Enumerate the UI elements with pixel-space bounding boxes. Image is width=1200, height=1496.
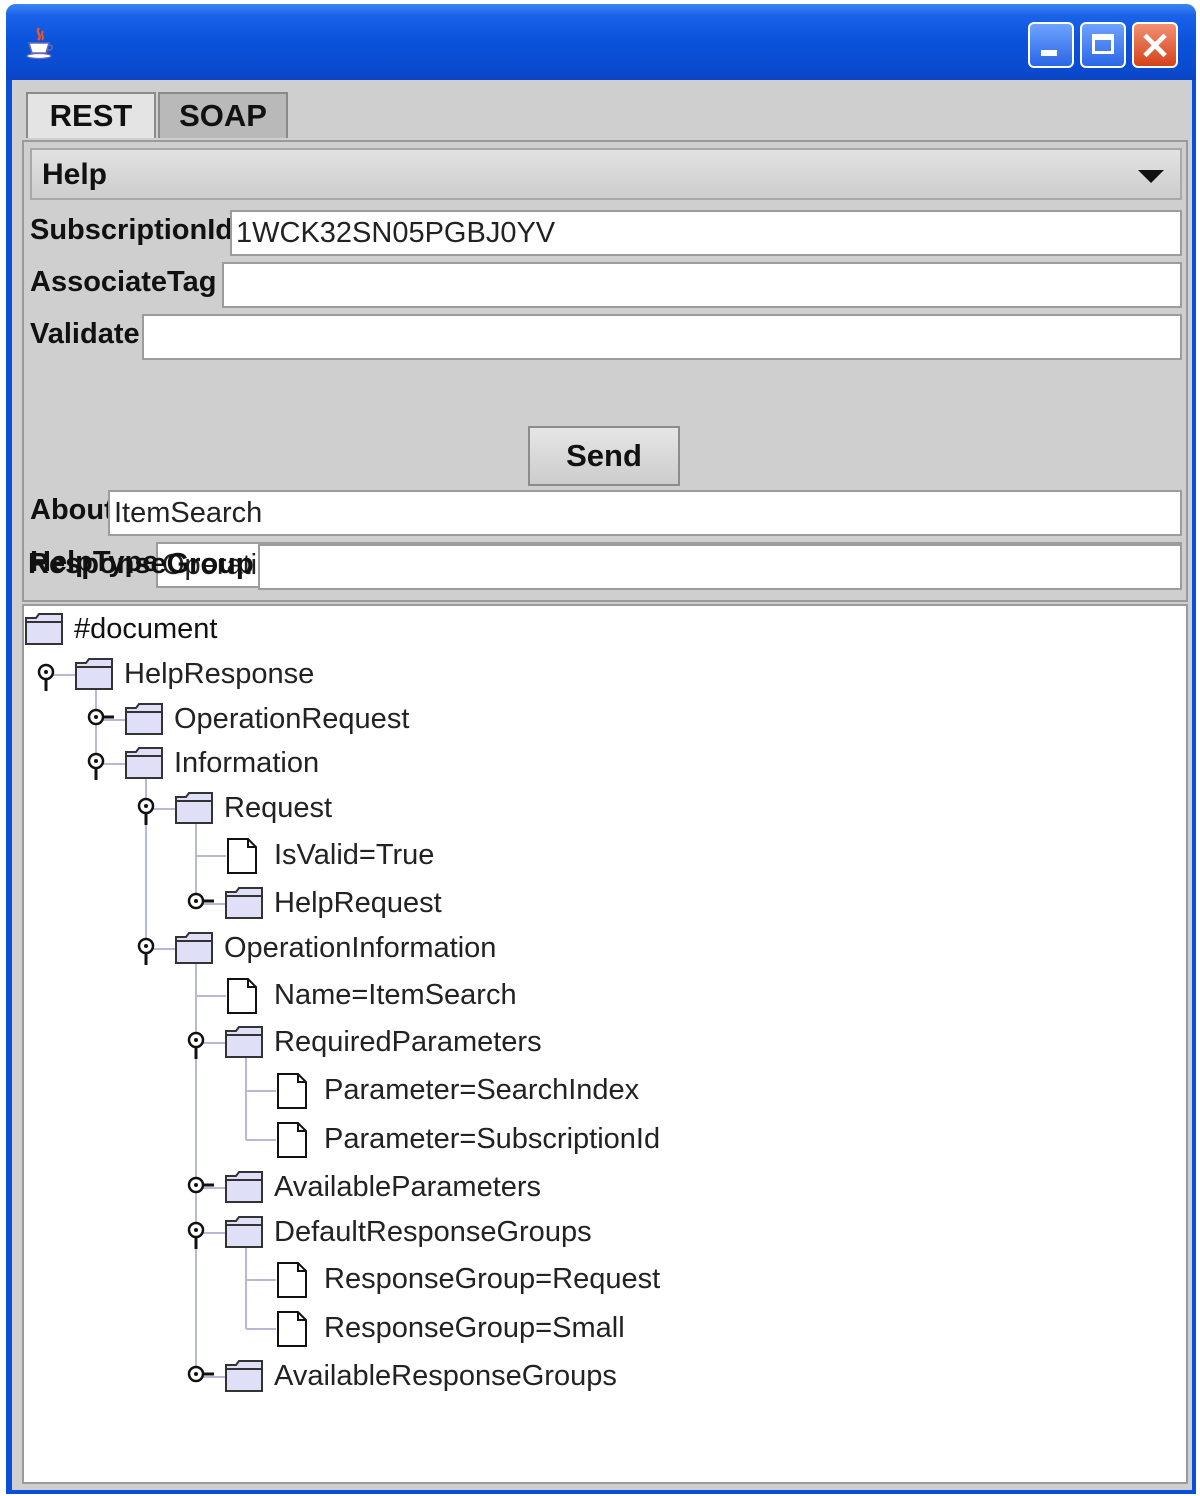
tree-node-folder[interactable]: AvailableResponseGroups [274, 1361, 617, 1391]
document-icon [227, 838, 257, 874]
collapsed-handle-icon[interactable] [187, 892, 214, 910]
document-icon [277, 1122, 307, 1158]
folder-icon [225, 1216, 263, 1248]
tree-node-folder[interactable]: Request [224, 793, 332, 823]
send-button[interactable]: Send [528, 426, 680, 486]
tree-node-folder[interactable]: OperationRequest [174, 704, 409, 734]
folder-icon [225, 1171, 263, 1203]
tree-node-folder[interactable]: HelpRequest [274, 888, 442, 918]
folder-icon [125, 747, 163, 779]
expanded-handle-icon[interactable] [87, 752, 105, 780]
tree-lines [25, 613, 307, 1392]
tree-node-folder[interactable]: AvailableParameters [274, 1172, 541, 1202]
document-icon [227, 978, 257, 1014]
folder-icon [125, 703, 163, 735]
folder-icon [75, 658, 113, 690]
tree-node-folder[interactable]: Information [174, 748, 319, 778]
tab-rest[interactable]: REST [26, 92, 156, 138]
app-window: × REST SOAP Help SubscriptionId 1WCK32SN… [6, 4, 1196, 1494]
tree-node-folder[interactable]: #document [74, 614, 218, 644]
operation-select-value: Help [42, 158, 108, 191]
expanded-handle-icon[interactable] [187, 1221, 205, 1249]
window-content: REST SOAP Help SubscriptionId 1WCK32SN05… [12, 80, 1192, 1490]
chevron-down-icon[interactable] [1138, 170, 1164, 183]
folder-icon [225, 1026, 263, 1058]
collapsed-handle-icon[interactable] [187, 1365, 214, 1383]
folder-icon [175, 932, 213, 964]
expanded-handle-icon[interactable] [187, 1031, 205, 1059]
folder-icon [175, 792, 213, 824]
response-tree[interactable]: #document HelpResponse OperationRequest Inf… [22, 604, 1188, 1484]
subscription-id-field[interactable]: 1WCK32SN05PGBJ0YV [230, 210, 1182, 256]
response-group-field[interactable] [258, 544, 1182, 590]
close-button[interactable]: × [1132, 22, 1178, 68]
tree-node-leaf[interactable]: Parameter=SubscriptionId [324, 1124, 660, 1154]
validate-label: Validate [30, 318, 140, 350]
validate-field[interactable] [142, 314, 1182, 360]
associate-tag-field[interactable] [222, 262, 1182, 308]
expanded-handle-icon[interactable] [137, 937, 155, 965]
expanded-handle-icon[interactable] [37, 663, 55, 691]
close-icon: × [1138, 22, 1172, 68]
expanded-handle-icon[interactable] [137, 797, 155, 825]
tree-node-folder[interactable]: OperationInformation [224, 933, 496, 963]
document-icon [277, 1073, 307, 1109]
associate-tag-label: AssociateTag [30, 266, 217, 298]
tree-node-leaf[interactable]: ResponseGroup=Small [324, 1313, 625, 1343]
tree-node-leaf[interactable]: Parameter=SearchIndex [324, 1075, 639, 1105]
folder-icon [25, 613, 63, 645]
tree-node-leaf[interactable]: IsValid=True [274, 840, 434, 870]
request-panel: Help SubscriptionId 1WCK32SN05PGBJ0YV As… [22, 140, 1188, 602]
minimize-icon [1041, 50, 1057, 56]
folder-icon [225, 887, 263, 919]
tree-node-folder[interactable]: RequiredParameters [274, 1027, 542, 1057]
response-group-label: ResponseGroup [28, 548, 254, 580]
document-icon [277, 1262, 307, 1298]
document-icon [277, 1311, 307, 1347]
operation-select[interactable]: Help [30, 148, 1182, 200]
tree-node-folder[interactable]: HelpResponse [124, 659, 314, 689]
tree-node-leaf[interactable]: Name=ItemSearch [274, 980, 517, 1010]
tab-soap[interactable]: SOAP [158, 92, 288, 138]
collapsed-handle-icon[interactable] [187, 1176, 214, 1194]
subscription-id-label: SubscriptionId [30, 214, 233, 246]
maximize-button[interactable] [1080, 22, 1126, 68]
about-label: About [30, 494, 114, 526]
minimize-button[interactable] [1028, 22, 1074, 68]
tree-node-folder[interactable]: DefaultResponseGroups [274, 1217, 592, 1247]
tree-node-leaf[interactable]: ResponseGroup=Request [324, 1264, 660, 1294]
java-cup-icon [26, 27, 53, 60]
maximize-icon [1092, 34, 1114, 54]
about-field[interactable]: ItemSearch [108, 490, 1182, 536]
folder-icon [225, 1360, 263, 1392]
collapsed-handle-icon[interactable] [87, 708, 114, 726]
title-bar[interactable]: × [6, 4, 1196, 80]
